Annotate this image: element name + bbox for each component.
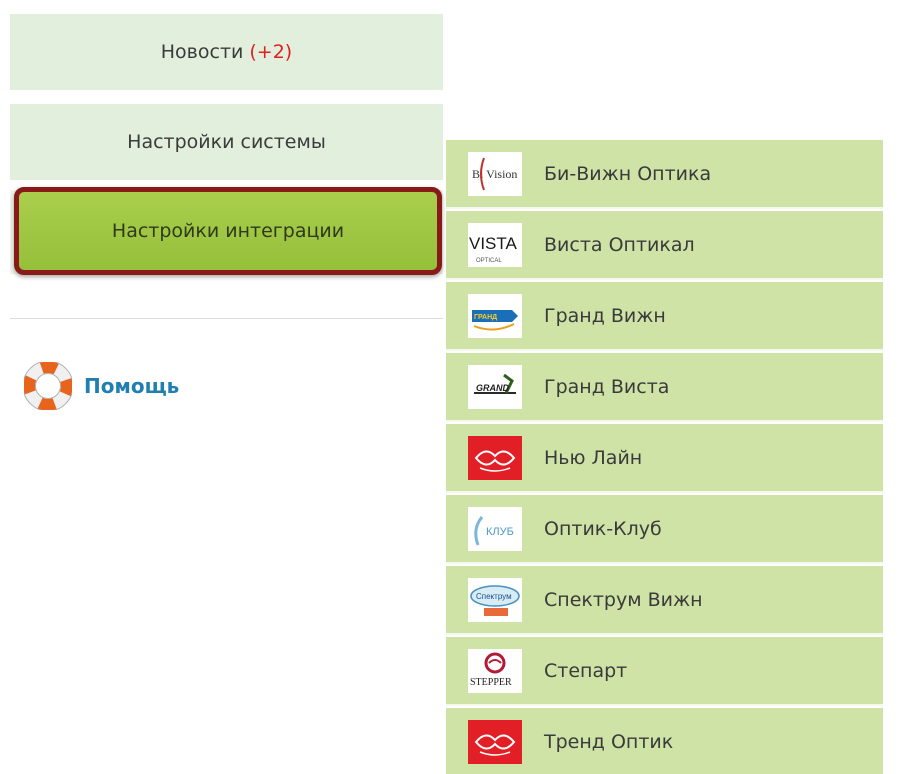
- submenu-item-label: Спектрум Вижн: [544, 588, 703, 611]
- submenu-item-label: Оптик-Клуб: [544, 517, 662, 540]
- submenu-item-label: Степарт: [544, 659, 628, 682]
- submenu-item-bivision[interactable]: Bi Vision Би-Вижн Оптика: [446, 140, 883, 209]
- submenu-item-stepper[interactable]: STEPPER Степарт: [446, 637, 883, 706]
- vista-optical-logo-icon: VISTA OPTICAL: [468, 222, 522, 267]
- svg-text:ГРАНД: ГРАНД: [474, 314, 497, 321]
- help-label: Помощь: [84, 374, 180, 398]
- submenu-item-label: Гранд Вижн: [544, 304, 666, 327]
- help-link[interactable]: Помощь: [24, 362, 179, 410]
- menu-item-news[interactable]: Новости (+2): [10, 14, 443, 90]
- grand-vision-logo-icon: ГРАНД: [468, 293, 522, 338]
- menu-item-integration-settings[interactable]: Настройки интеграции: [14, 187, 442, 275]
- svg-text:GRAND: GRAND: [476, 383, 509, 393]
- svg-text:OPTICAL: OPTICAL: [476, 258, 502, 264]
- bivision-logo-icon: Bi Vision: [468, 151, 522, 196]
- submenu-item-trend-optic[interactable]: Тренд Оптик: [446, 708, 883, 774]
- submenu-item-optic-club[interactable]: КЛУБ Оптик-Клуб: [446, 495, 883, 564]
- menu-item-system-settings-label: Настройки системы: [127, 131, 326, 153]
- svg-text:Спектрум: Спектрум: [476, 592, 512, 601]
- submenu-item-grand-vista[interactable]: GRAND Гранд Виста: [446, 353, 883, 422]
- submenu-item-label: Тренд Оптик: [544, 730, 674, 753]
- integration-submenu: Bi Vision Би-Вижн Оптика VISTA OPTICAL В…: [446, 140, 883, 774]
- submenu-item-grand-vision[interactable]: ГРАНД Гранд Вижн: [446, 282, 883, 351]
- submenu-item-vista-optical[interactable]: VISTA OPTICAL Виста Оптикал: [446, 211, 883, 280]
- svg-text:Bi Vision: Bi Vision: [472, 167, 517, 181]
- page: Новости (+2) Настройки системы Настройки…: [0, 0, 913, 774]
- optic-club-logo-icon: КЛУБ: [468, 506, 522, 551]
- submenu-item-label: Гранд Виста: [544, 375, 670, 398]
- menu-item-system-settings[interactable]: Настройки системы: [10, 104, 443, 180]
- svg-text:КЛУБ: КЛУБ: [486, 526, 514, 538]
- menu-divider: [10, 318, 443, 319]
- new-line-logo-icon: [468, 435, 522, 480]
- submenu-item-spectrum-vision[interactable]: Спектрум Спектрум Вижн: [446, 566, 883, 635]
- spectrum-vision-logo-icon: Спектрум: [468, 577, 522, 622]
- submenu-item-label: Би-Вижн Оптика: [544, 162, 712, 185]
- stepper-logo-icon: STEPPER: [468, 648, 522, 693]
- trend-optic-logo-icon: [468, 719, 522, 764]
- menu-item-news-label: Новости: [160, 41, 244, 63]
- submenu-item-label: Нью Лайн: [544, 446, 643, 469]
- lifebuoy-icon: [24, 362, 72, 410]
- svg-text:STEPPER: STEPPER: [470, 677, 512, 688]
- menu-item-integration-settings-label: Настройки интеграции: [111, 220, 345, 242]
- news-count-badge: (+2): [249, 41, 293, 63]
- svg-text:VISTA: VISTA: [469, 234, 518, 253]
- submenu-item-label: Виста Оптикал: [544, 233, 695, 256]
- grand-vista-logo-icon: GRAND: [468, 364, 522, 409]
- submenu-item-new-line[interactable]: Нью Лайн: [446, 424, 883, 493]
